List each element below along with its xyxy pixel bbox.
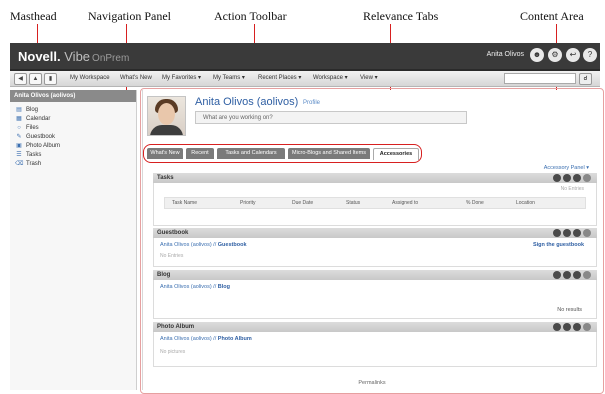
content-area-highlight: [140, 88, 604, 394]
nav-item-files[interactable]: ○ Files: [10, 124, 136, 133]
leader-masthead: [37, 24, 38, 44]
search-icon[interactable]: ☌: [579, 73, 592, 85]
callout-relevance-tabs: Relevance Tabs: [363, 9, 439, 23]
settings-icon[interactable]: ⚙: [548, 48, 562, 62]
callout-content-area: Content Area: [520, 9, 584, 23]
files-icon: ○: [17, 125, 21, 131]
toolbar-my-teams[interactable]: My Teams ▾: [213, 73, 245, 83]
search-input[interactable]: [504, 73, 576, 84]
trash-icon: ⌫: [15, 161, 24, 167]
photo-album-icon: ▣: [16, 143, 22, 149]
toolbar-whats-new[interactable]: What's New: [120, 73, 152, 83]
masthead: Novell. Vibe OnPrem Anita Olivos ☻ ⚙ ↩ ?: [10, 43, 600, 71]
pin-icon[interactable]: ▲: [29, 73, 42, 85]
nav-item-tasks[interactable]: ☰ Tasks: [10, 151, 136, 160]
callout-navigation-panel: Navigation Panel: [88, 9, 171, 23]
help-icon[interactable]: ?: [583, 48, 597, 62]
callout-masthead: Masthead: [10, 9, 57, 23]
toolbar-my-favorites[interactable]: My Favorites ▾: [162, 73, 201, 83]
guestbook-icon: ✎: [16, 134, 22, 140]
tasks-icon: ☰: [16, 152, 22, 158]
calendar-icon: ▦: [16, 116, 22, 122]
person-icon[interactable]: ☻: [530, 48, 544, 62]
bookmark-icon[interactable]: ▮: [44, 73, 57, 85]
masthead-user-name[interactable]: Anita Olivos: [487, 51, 524, 58]
toolbar-workspace[interactable]: Workspace ▾: [313, 73, 348, 83]
toolbar-view[interactable]: View ▾: [360, 73, 378, 83]
nav-item-trash[interactable]: ⌫ Trash: [10, 160, 136, 169]
toolbar-my-workspace[interactable]: My Workspace: [70, 73, 110, 83]
nav-item-guestbook[interactable]: ✎ Guestbook: [10, 133, 136, 142]
nav-item-blog[interactable]: ▤ Blog: [10, 106, 136, 115]
nav-item-calendar[interactable]: ▦ Calendar: [10, 115, 136, 124]
toolbar-recent-places[interactable]: Recent Places ▾: [258, 73, 301, 83]
action-toolbar: ◀ ▲ ▮ My Workspace What's New My Favorit…: [10, 71, 600, 87]
nav-header[interactable]: Anita Olivos (aolivos): [10, 90, 136, 102]
blog-icon: ▤: [16, 107, 22, 113]
logout-icon[interactable]: ↩: [566, 48, 580, 62]
callout-action-toolbar: Action Toolbar: [214, 9, 287, 23]
back-icon[interactable]: ◀: [14, 73, 27, 85]
navigation-panel: Anita Olivos (aolivos) ▤ Blog ▦ Calendar ○…: [10, 90, 137, 390]
brand-logo[interactable]: Novell. Vibe OnPrem: [18, 49, 129, 64]
nav-item-photo-album[interactable]: ▣ Photo Album: [10, 142, 136, 151]
